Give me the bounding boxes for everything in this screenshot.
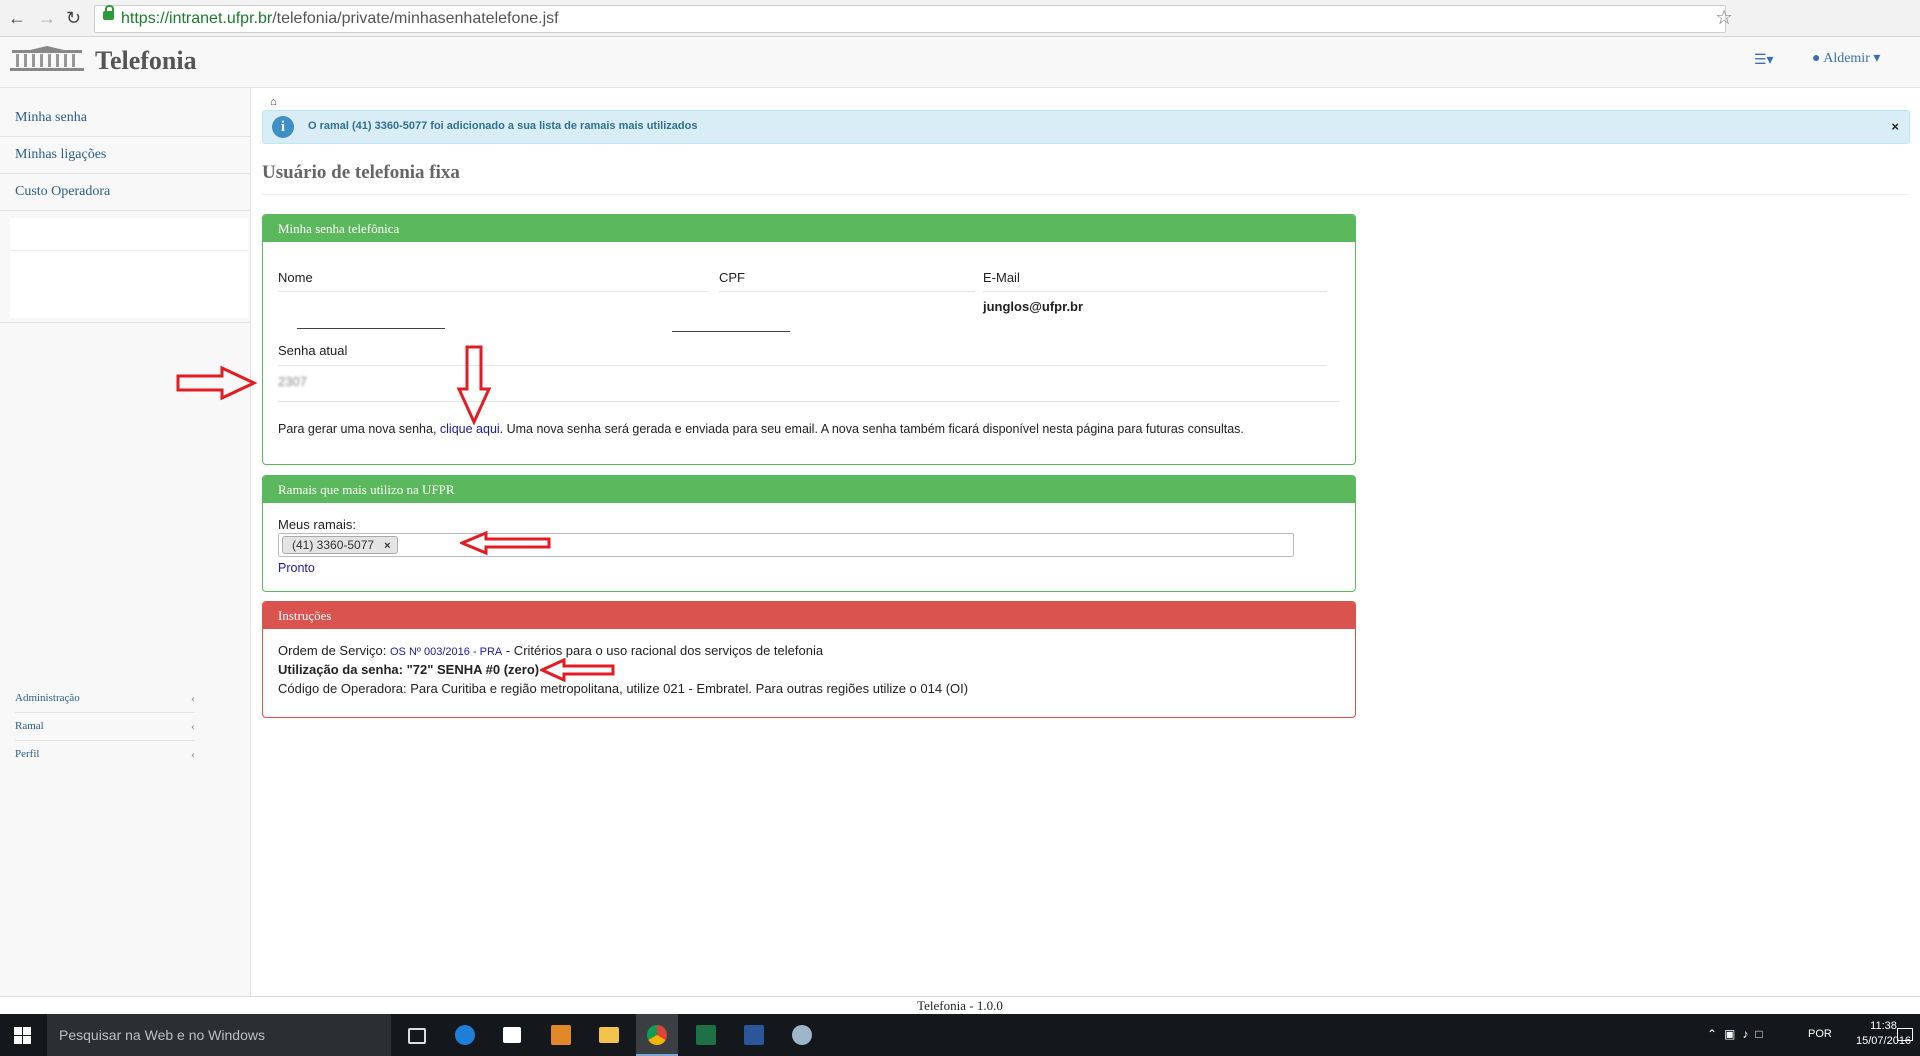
annotation-arrow-right-icon	[176, 365, 258, 401]
sidebar: Minha senha Minhas ligações Custo Operad…	[0, 88, 251, 996]
home-icon[interactable]: ⌂	[270, 96, 277, 108]
nome-label: Nome	[278, 270, 313, 285]
chevron-left-icon: ‹	[191, 691, 195, 705]
media-player-icon[interactable]	[540, 1014, 582, 1056]
user-icon: ●	[1812, 51, 1821, 66]
app-title: Telefonia	[95, 46, 197, 75]
divider	[278, 365, 1327, 366]
notifications-icon[interactable]	[1897, 1028, 1913, 1041]
url-text: https://intranet.ufpr.br/telefonia/priva…	[121, 10, 559, 27]
word-icon[interactable]	[733, 1014, 775, 1056]
user-menu[interactable]: ● Aldemir ▾	[1812, 50, 1880, 67]
divider	[10, 250, 248, 251]
sidebar-item-custo-operadora[interactable]: Custo Operadora	[0, 174, 250, 211]
sidebar-item-label: Perfil	[15, 748, 40, 760]
os-prefix: Ordem de Serviço:	[278, 643, 390, 658]
annotation-arrow-down-icon	[456, 345, 492, 425]
chevron-left-icon: ‹	[191, 747, 195, 761]
store-icon[interactable]	[492, 1014, 534, 1056]
app-header: Telefonia ☰▾ ● Aldemir ▾	[0, 37, 1920, 88]
taskbar-search-input[interactable]: Pesquisar na Web e no Windows	[47, 1014, 391, 1056]
excel-icon[interactable]	[685, 1014, 727, 1056]
reload-icon[interactable]: ↻	[66, 6, 81, 30]
task-view-icon[interactable]	[395, 1014, 437, 1056]
file-explorer-icon[interactable]	[588, 1014, 630, 1056]
divider	[0, 322, 250, 323]
address-bar[interactable]: https://intranet.ufpr.br/telefonia/priva…	[94, 5, 1733, 33]
ufpr-building-logo-icon	[10, 46, 84, 71]
divider	[719, 291, 975, 292]
cpf-label: CPF	[719, 270, 745, 285]
utilizacao-senha-text: Utilização da senha: "72" SENHA #0 (zero…	[278, 662, 540, 677]
meus-ramais-label: Meus ramais:	[278, 517, 357, 532]
cpf-value-blank	[672, 331, 790, 332]
senha-panel: Minha senha telefônica Nome CPF E-Mail j…	[262, 214, 1356, 465]
forward-icon[interactable]: →	[38, 6, 56, 30]
panel-heading: Instruções	[263, 602, 1355, 629]
alert-message: O ramal (41) 3360-5077 foi adicionado a …	[308, 120, 698, 132]
chevron-left-icon: ‹	[191, 719, 195, 733]
app-footer: Telefonia - 1.0.0	[0, 996, 1920, 1015]
back-icon[interactable]: ←	[8, 6, 26, 30]
system-tray-icons[interactable]: ⌃▣♪□	[1707, 1027, 1770, 1041]
ramais-panel: Ramais que mais utilizo na UFPR Meus ram…	[262, 475, 1356, 592]
info-alert: i O ramal (41) 3360-5077 foi adicionado …	[262, 110, 1910, 144]
remove-tag-icon[interactable]: ×	[384, 540, 390, 552]
sidebar-item-minha-senha[interactable]: Minha senha	[0, 100, 250, 137]
chrome-icon[interactable]	[636, 1014, 678, 1056]
sidebar-item-label: Administração	[15, 692, 80, 704]
input-language[interactable]: POR	[1808, 1028, 1832, 1040]
divider	[262, 194, 1908, 195]
windows-start-icon[interactable]	[14, 1027, 31, 1044]
ramal-tag-label: (41) 3360-5077	[292, 538, 375, 552]
sidebar-item-ramal[interactable]: Ramal ‹	[15, 712, 195, 741]
os-suffix: - Critérios para o uso racional dos serv…	[502, 643, 824, 658]
pronto-link[interactable]: Pronto	[278, 561, 315, 575]
info-icon: i	[272, 116, 294, 138]
divider	[278, 291, 708, 292]
browser-toolbar: ← → ↻ https://intranet.ufpr.br/telefonia…	[0, 0, 1920, 37]
instrucoes-panel: Instruções Ordem de Serviço: OS Nº 003/2…	[262, 601, 1356, 718]
ramais-tag-input[interactable]: (41) 3360-5077 ×	[278, 533, 1294, 557]
bookmark-star-icon[interactable]: ☆	[1715, 5, 1733, 30]
lock-icon	[103, 5, 114, 20]
user-name: Aldemir	[1823, 51, 1870, 66]
list-menu-icon[interactable]: ☰▾	[1754, 51, 1774, 68]
ordem-servico-text: Ordem de Serviço: OS Nº 003/2016 - PRA -…	[278, 643, 823, 658]
gerar-senha-text: Para gerar uma nova senha, clique aqui. …	[278, 422, 1244, 436]
sidebar-item-perfil[interactable]: Perfil ‹	[15, 740, 195, 768]
divider	[278, 401, 1340, 402]
panel-heading: Ramais que mais utilizo na UFPR	[263, 476, 1355, 503]
gerar-prefix: Para gerar uma nova senha,	[278, 422, 440, 436]
senha-label: Senha atual	[278, 343, 348, 358]
sidebar-item-label: Ramal	[15, 720, 44, 732]
divider	[983, 291, 1327, 292]
gerar-suffix: . Uma nova senha será gerada e enviada p…	[499, 422, 1244, 436]
os-link[interactable]: OS Nº 003/2016 - PRA	[390, 646, 502, 658]
email-value: junglos@ufpr.br	[983, 299, 1084, 314]
sidebar-item-minhas-ligacoes[interactable]: Minhas ligações	[0, 137, 250, 174]
edge-icon[interactable]	[444, 1014, 486, 1056]
page-title: Usuário de telefonia fixa	[262, 162, 460, 183]
paint-icon[interactable]	[781, 1014, 823, 1056]
ramal-tag: (41) 3360-5077 ×	[282, 536, 398, 554]
close-icon[interactable]: ×	[1891, 119, 1899, 134]
annotation-arrow-left-icon	[540, 658, 615, 682]
senha-value: 2307	[278, 374, 307, 389]
annotation-arrow-left-icon	[460, 531, 551, 555]
sidebar-blank-area	[10, 218, 248, 318]
nome-value-blank	[297, 328, 445, 329]
sidebar-item-administracao[interactable]: Administração ‹	[15, 684, 195, 713]
codigo-operadora-text: Código de Operadora: Para Curitiba e reg…	[278, 681, 969, 696]
windows-taskbar: Pesquisar na Web e no Windows ⌃▣♪□ POR 1…	[0, 1014, 1920, 1056]
panel-heading: Minha senha telefônica	[263, 215, 1355, 242]
email-label: E-Mail	[983, 270, 1020, 285]
